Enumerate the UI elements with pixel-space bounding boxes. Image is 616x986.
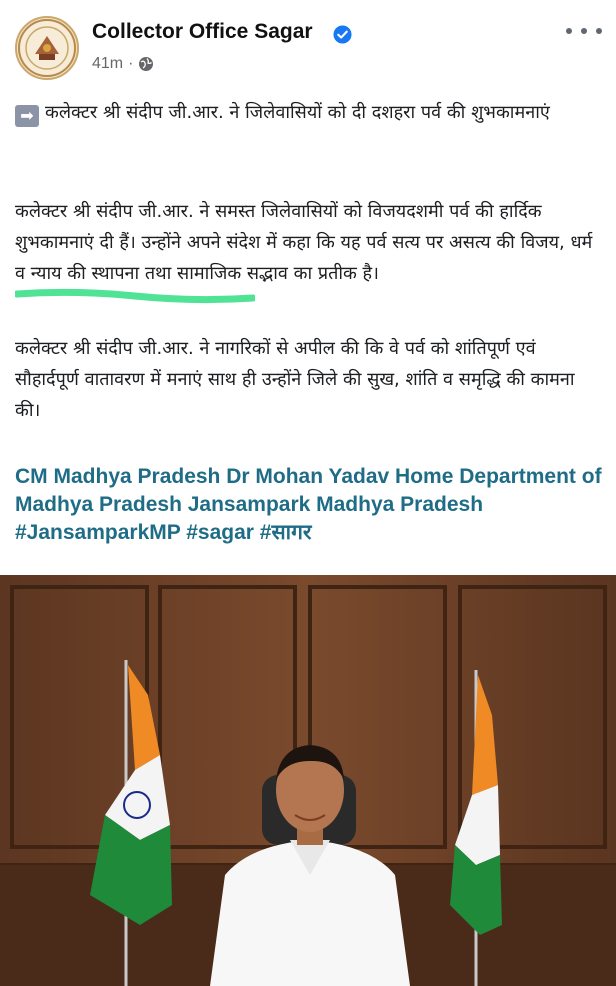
post-tags-links[interactable]: CM Madhya Pradesh Dr Mohan Yadav Home De… — [15, 463, 605, 547]
verified-badge-icon — [333, 25, 352, 44]
page-name-link[interactable]: Collector Office Sagar — [92, 20, 313, 44]
emblem-logo — [18, 19, 76, 77]
post-meta: 41m · — [92, 55, 154, 73]
post-headline: ➡ कलेक्टर श्री संदीप जी.आर. ने जिलेवासियो… — [15, 98, 605, 128]
meta-separator: · — [128, 55, 134, 72]
globe-icon — [139, 57, 154, 71]
dot — [581, 28, 587, 34]
headline-text: कलेक्टर श्री संदीप जी.आर. ने जिलेवासियों… — [45, 102, 550, 123]
page-avatar[interactable] — [15, 16, 79, 80]
post-paragraph-1: कलेक्टर श्री संदीप जी.आर. ने समस्त जिलेव… — [15, 201, 593, 284]
right-arrow-emoji-icon: ➡ — [15, 105, 39, 127]
post-paragraph-2: कलेक्टर श्री संदीप जी.आर. ने नागरिकों से… — [15, 338, 575, 421]
more-options-icon[interactable] — [566, 20, 602, 42]
post-photo[interactable] — [0, 575, 616, 986]
post-time[interactable]: 41m — [92, 55, 123, 73]
collector-photo — [0, 575, 616, 986]
dot — [566, 28, 572, 34]
dot — [596, 28, 602, 34]
post-header: Collector Office Sagar 41m · — [0, 0, 616, 86]
post-body: ➡ कलेक्टर श्री संदीप जी.आर. ने जिलेवासियो… — [15, 98, 605, 544]
